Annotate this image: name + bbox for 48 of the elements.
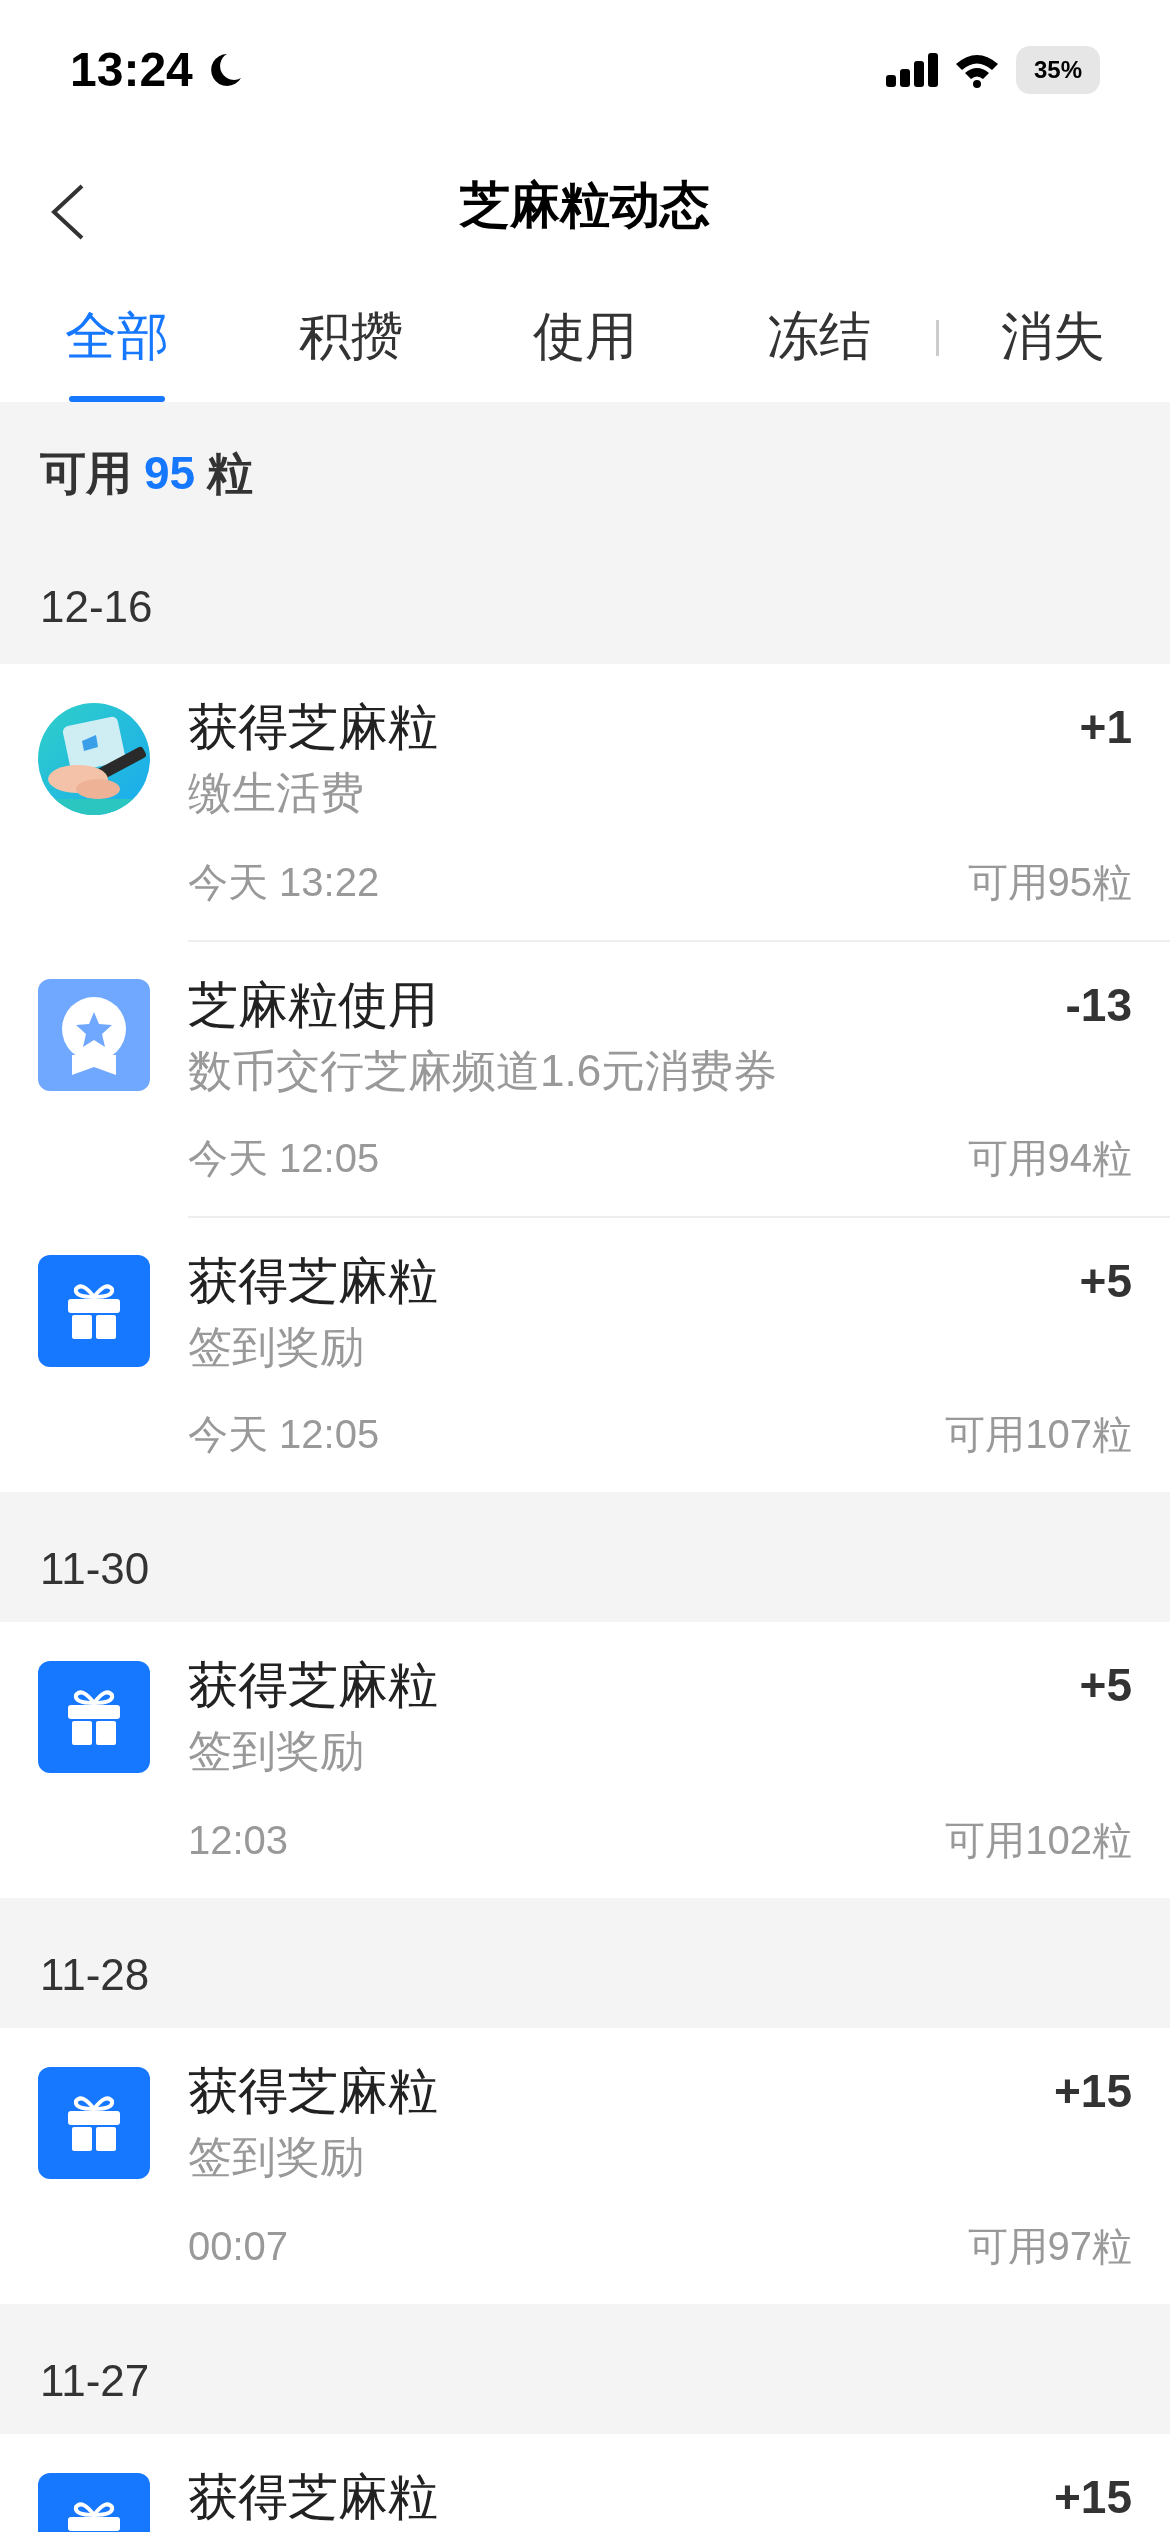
entry-title: 芝麻粒使用 (188, 976, 439, 1035)
date-header: 11-28 (40, 1949, 150, 2001)
unit-label: 粒 (207, 446, 254, 501)
balance-text: 可用97粒 (967, 2223, 1132, 2270)
medal-icon (38, 979, 150, 1091)
entry-description: 数币交行芝麻频道1.6元消费券 (188, 1045, 779, 1097)
entry-time: 今天 13:22 (188, 859, 381, 906)
points-amount: +1 (1079, 700, 1132, 755)
entry-title: 获得芝麻粒 (188, 698, 439, 757)
points-amount: -13 (1065, 978, 1132, 1033)
entry-title: 获得芝麻粒 (188, 2062, 439, 2121)
points-amount: +5 (1079, 1254, 1132, 1309)
battery-indicator: 35% (1015, 46, 1100, 94)
tab[interactable]: 积攒 (234, 270, 468, 402)
entry-description: 签到奖励 (188, 1321, 365, 1373)
entry-description: 签到奖励 (188, 2131, 365, 2183)
back-icon[interactable] (50, 184, 86, 240)
available-label: 可用 (40, 446, 132, 501)
entry-time: 今天 12:05 (188, 1135, 381, 1182)
date-header: 11-27 (40, 2355, 150, 2407)
available-count: 95 (144, 446, 196, 501)
entry-description: 缴生活费 (188, 767, 365, 819)
signal-icon (885, 51, 938, 89)
entry-title: 获得芝麻粒 (188, 1656, 439, 1715)
entry-time: 12:03 (188, 1817, 290, 1864)
tab[interactable]: 冻结 (702, 270, 936, 402)
tab[interactable]: 消失 (936, 270, 1170, 402)
gift-icon (38, 2067, 150, 2179)
gift-icon (38, 1255, 150, 1367)
balance-text: 可用102粒 (945, 1817, 1132, 1864)
entry-time: 00:07 (188, 2223, 290, 2270)
entry-title: 获得芝麻粒 (188, 2468, 439, 2527)
points-amount: +15 (1053, 2470, 1132, 2525)
date-header: 11-30 (40, 1543, 150, 1595)
date-header: 12-16 (40, 581, 153, 633)
balance-text: 可用107粒 (945, 1411, 1132, 1458)
balance-text: 可用94粒 (967, 1135, 1132, 1182)
page-title: 芝麻粒动态 (460, 175, 710, 235)
status-time: 13:24 (70, 42, 193, 98)
gift-icon (38, 1661, 150, 1773)
points-amount: +15 (1053, 2064, 1132, 2119)
entry-description: 签到奖励 (188, 1725, 365, 1777)
balance-text: 可用95粒 (967, 859, 1132, 906)
entry-time: 今天 12:05 (188, 1411, 381, 1458)
entry-title: 获得芝麻粒 (188, 1252, 439, 1311)
points-amount: +5 (1079, 1658, 1132, 1713)
tab[interactable]: 使用 (468, 270, 702, 402)
tab[interactable]: 全部 (0, 270, 234, 402)
